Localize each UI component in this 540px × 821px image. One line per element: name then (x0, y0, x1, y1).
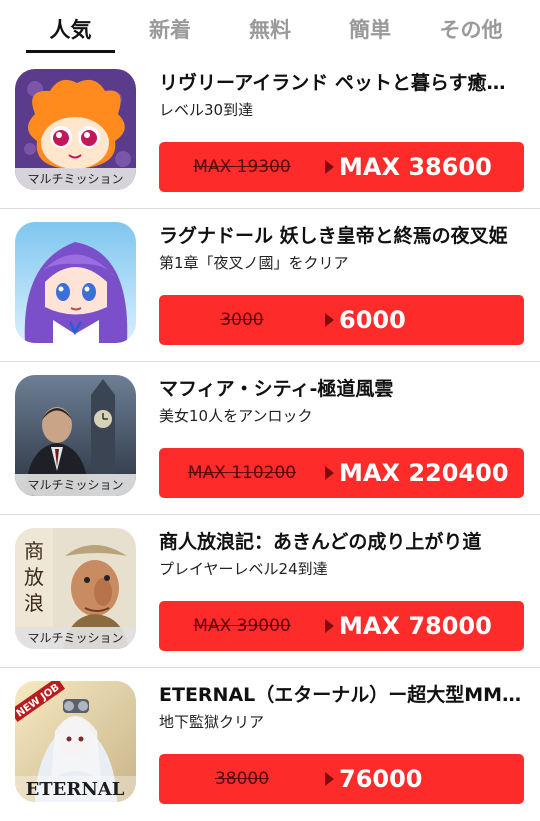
eternal-logo: ETERNAL (26, 779, 125, 800)
list-item[interactable]: マルチミッション リヴリーアイランド ペットと暮らす癒やしのお庭 レベル30到達… (0, 56, 540, 209)
reward-button[interactable]: MAX 39000 MAX 78000 (159, 601, 524, 651)
game-title: 商人放浪記：あきんどの成り上がり道 (159, 531, 482, 553)
old-reward-value: 3000 (220, 310, 264, 330)
new-reward-value: MAX 78000 (339, 612, 492, 640)
livly-island-game-icon[interactable]: マルチミッション (15, 69, 136, 190)
list-item[interactable]: ラグナドール 妖しき皇帝と終焉の夜叉姫 第1章「夜叉ノ國」をクリア 3000 6… (0, 209, 540, 362)
mission-condition: 第1章「夜叉ノ國」をクリア (159, 254, 349, 272)
arrow-right-icon (325, 160, 334, 174)
reward-button[interactable]: 3000 6000 (159, 295, 524, 345)
old-reward-value: MAX 39000 (193, 616, 291, 636)
tab-new[interactable]: 新着 (124, 14, 216, 46)
old-reward-value: 38000 (214, 769, 270, 789)
list-item[interactable]: 商 放 浪 マルチミッション 商人放浪記：あきんどの成り上がり道 プレイヤーレベ… (0, 515, 540, 668)
mission-condition: プレイヤーレベル24到達 (159, 560, 328, 578)
active-tab-indicator (26, 50, 115, 53)
multi-mission-badge: マルチミッション (15, 627, 136, 649)
multi-mission-badge: マルチミッション (15, 474, 136, 496)
offer-list: マルチミッション リヴリーアイランド ペットと暮らす癒やしのお庭 レベル30到達… (0, 56, 540, 821)
mafia-city-game-icon[interactable]: マルチミッション (15, 375, 136, 496)
reward-button[interactable]: MAX 110200 MAX 220400 (159, 448, 524, 498)
ragnador-game-icon[interactable] (15, 222, 136, 343)
arrow-right-icon (325, 466, 334, 480)
old-reward-value: MAX 19300 (193, 157, 291, 177)
new-reward-value: MAX 38600 (339, 153, 492, 181)
mission-condition: 地下監獄クリア (159, 713, 265, 731)
svg-text:浪: 浪 (24, 591, 44, 615)
multi-mission-badge: マルチミッション (15, 168, 136, 190)
mission-condition: レベル30到達 (159, 101, 254, 119)
tab-free[interactable]: 無料 (224, 14, 316, 46)
eternal-game-icon[interactable]: NEW JOB ETERNAL (15, 681, 136, 802)
game-title: ラグナドール 妖しき皇帝と終焉の夜叉姫 (159, 225, 508, 247)
list-item[interactable]: NEW JOB ETERNAL ETERNAL（エターナル）ー超大型MMORPG… (0, 668, 540, 821)
mission-condition: 美女10人をアンロック (159, 407, 313, 425)
arrow-right-icon (325, 619, 334, 633)
svg-text:商: 商 (24, 539, 44, 563)
reward-button[interactable]: MAX 19300 MAX 38600 (159, 142, 524, 192)
tab-popular[interactable]: 人気 (26, 14, 115, 46)
arrow-right-icon (325, 772, 334, 786)
akindo-game-icon[interactable]: 商 放 浪 マルチミッション (15, 528, 136, 649)
new-reward-value: 76000 (339, 765, 423, 793)
old-reward-value: MAX 110200 (187, 463, 297, 483)
tab-other[interactable]: その他 (424, 14, 518, 46)
tab-easy[interactable]: 簡単 (324, 14, 416, 46)
reward-button[interactable]: 38000 76000 (159, 754, 524, 804)
game-title: ETERNAL（エターナル）ー超大型MMORPG (159, 684, 524, 706)
arrow-right-icon (325, 313, 334, 327)
svg-text:放: 放 (24, 565, 44, 589)
list-item[interactable]: マルチミッション マフィア・シティ-極道風雲 美女10人をアンロック MAX 1… (0, 362, 540, 515)
game-title: リヴリーアイランド ペットと暮らす癒やしのお庭 (159, 72, 524, 94)
new-reward-value: MAX 220400 (339, 459, 509, 487)
new-reward-value: 6000 (339, 306, 406, 334)
category-tabs: 人気 新着 無料 簡単 その他 (0, 0, 540, 56)
game-title: マフィア・シティ-極道風雲 (159, 378, 394, 400)
